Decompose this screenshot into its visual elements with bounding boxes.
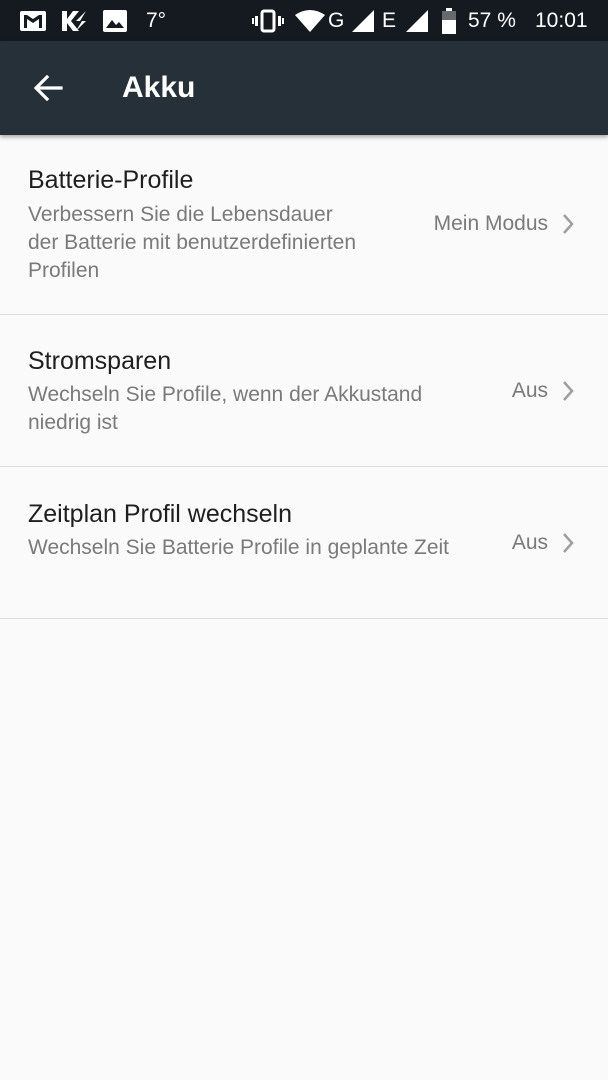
network-e-text: E xyxy=(382,8,397,32)
setting-title: Batterie-Profile xyxy=(28,166,194,194)
setting-battery-profiles[interactable]: Batterie-Profile Verbessern Sie die Lebe… xyxy=(0,135,608,315)
chevron-right-icon xyxy=(563,533,574,553)
vibrate-icon xyxy=(252,0,284,41)
page-title: Akku xyxy=(122,71,196,104)
network-g-text: G xyxy=(328,8,345,32)
setting-value: Mein Modus xyxy=(433,212,548,235)
arrow-back-icon xyxy=(33,75,63,101)
chevron-right-icon xyxy=(563,381,574,401)
battery-icon xyxy=(441,0,457,41)
image-icon xyxy=(103,0,127,41)
battery-percent-text: 57 % xyxy=(468,8,516,32)
flash-app-icon xyxy=(60,0,88,41)
setting-summary: Verbessern Sie die Lebensdauer der Batte… xyxy=(28,203,357,282)
temperature-text: 7° xyxy=(146,8,167,32)
clock-text: 10:01 xyxy=(535,8,588,32)
setting-power-saving[interactable]: Stromsparen Wechseln Sie Profile, wenn d… xyxy=(0,315,608,467)
chevron-right-icon xyxy=(563,214,574,234)
settings-list: Batterie-Profile Verbessern Sie die Lebe… xyxy=(0,135,608,619)
setting-title: Stromsparen xyxy=(28,347,172,375)
back-button[interactable] xyxy=(20,64,76,112)
setting-summary: Wechseln Sie Profile, wenn der Akkustand… xyxy=(28,383,423,434)
signal-icon-2 xyxy=(406,0,428,41)
wifi-icon xyxy=(295,0,325,41)
signal-icon xyxy=(352,0,374,41)
setting-title: Zeitplan Profil wechseln xyxy=(28,500,293,528)
setting-summary: Wechseln Sie Batterie Profile in geplant… xyxy=(28,536,450,559)
status-bar: 7° G E 57 % 10:01 xyxy=(0,0,608,41)
app-bar: Akku xyxy=(0,41,608,135)
gmail-icon xyxy=(20,0,46,41)
setting-value: Aus xyxy=(511,531,548,554)
setting-schedule-profile-switch[interactable]: Zeitplan Profil wechseln Wechseln Sie Ba… xyxy=(0,467,608,619)
setting-value: Aus xyxy=(511,379,548,402)
